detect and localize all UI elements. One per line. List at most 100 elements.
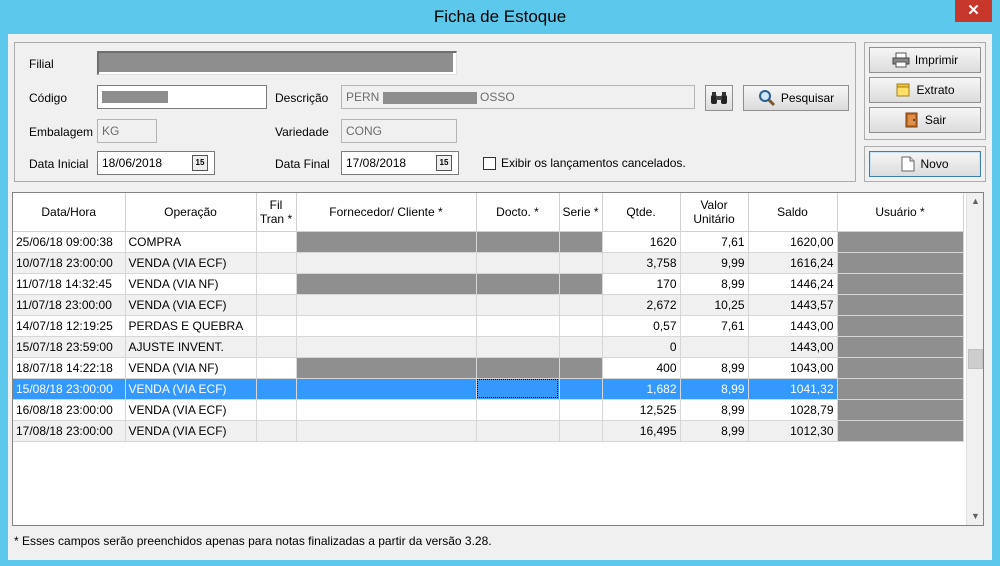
column-header[interactable]: Data/Hora bbox=[13, 193, 126, 232]
data-final-field[interactable]: 17/08/2018 15 bbox=[341, 151, 459, 175]
column-header[interactable]: Usuário * bbox=[837, 193, 964, 232]
table-cell bbox=[296, 399, 477, 421]
table-cell bbox=[559, 231, 603, 253]
table-cell bbox=[837, 315, 964, 337]
table-cell: 1620,00 bbox=[748, 231, 838, 253]
cancelados-label: Exibir os lançamentos cancelados. bbox=[501, 156, 686, 170]
codigo-label: Código bbox=[29, 91, 68, 105]
table-row[interactable]: 17/08/18 23:00:00 VENDA (VIA ECF) 16,495 8,… bbox=[13, 420, 964, 442]
filial-redacted bbox=[99, 53, 453, 72]
table-row[interactable]: 15/07/18 23:59:00 AJUSTE INVENT. 0 1443,00 bbox=[13, 336, 964, 358]
table-cell: 25/06/18 09:00:38 bbox=[13, 231, 126, 253]
table-cell bbox=[256, 336, 297, 358]
table-cell bbox=[296, 252, 477, 274]
vertical-scrollbar[interactable]: ▲ ▼ bbox=[966, 193, 983, 525]
table-cell bbox=[837, 273, 964, 295]
scroll-thumb[interactable] bbox=[968, 349, 983, 369]
ficha-estoque-window: Ficha de Estoque ✕ Filial Código Descriç… bbox=[0, 0, 1000, 566]
table-cell bbox=[476, 420, 560, 442]
data-inicial-field[interactable]: 18/06/2018 15 bbox=[97, 151, 215, 175]
scroll-down-icon[interactable]: ▼ bbox=[967, 508, 983, 525]
table-cell bbox=[256, 420, 297, 442]
column-header[interactable]: Fornecedor/ Cliente * bbox=[296, 193, 477, 232]
table-cell bbox=[559, 273, 603, 295]
imprimir-button[interactable]: Imprimir bbox=[869, 47, 981, 73]
column-header[interactable]: Fil Tran * bbox=[256, 193, 297, 232]
table-cell: VENDA (VIA ECF) bbox=[125, 252, 257, 274]
title-bar[interactable]: Ficha de Estoque ✕ bbox=[0, 0, 1000, 34]
calendar-icon[interactable]: 15 bbox=[436, 155, 452, 171]
table-cell bbox=[837, 378, 964, 400]
table-cell: 11/07/18 23:00:00 bbox=[13, 294, 126, 316]
column-header[interactable]: Serie * bbox=[559, 193, 603, 232]
table-cell: VENDA (VIA ECF) bbox=[125, 420, 257, 442]
table-cell bbox=[559, 357, 603, 379]
table-cell: 1,682 bbox=[602, 378, 681, 400]
pesquisar-button[interactable]: Pesquisar bbox=[743, 85, 849, 111]
column-header[interactable]: Valor Unitário bbox=[680, 193, 749, 232]
table-cell bbox=[296, 378, 477, 400]
action-panel: Imprimir Extrato Sair bbox=[864, 42, 986, 140]
table-cell: 14/07/18 12:19:25 bbox=[13, 315, 126, 337]
table-row[interactable]: 15/08/18 23:00:00 VENDA (VIA ECF) 1,682 8,9… bbox=[13, 378, 964, 400]
embalagem-field[interactable]: KG bbox=[97, 119, 157, 143]
close-button[interactable]: ✕ bbox=[955, 0, 992, 22]
table-cell: 1443,00 bbox=[748, 336, 838, 358]
table-cell: 9,99 bbox=[680, 252, 749, 274]
client-area: Filial Código Descrição PERN OSSO Pesqui… bbox=[8, 34, 992, 560]
table-cell: 1043,00 bbox=[748, 357, 838, 379]
table-cell: 8,99 bbox=[680, 357, 749, 379]
table-cell bbox=[837, 399, 964, 421]
table-row[interactable]: 14/07/18 12:19:25 PERDAS E QUEBRA 0,57 7,61… bbox=[13, 315, 964, 337]
extrato-button[interactable]: Extrato bbox=[869, 77, 981, 103]
filial-field[interactable] bbox=[97, 51, 457, 75]
table-cell: 1012,30 bbox=[748, 420, 838, 442]
table-cell: 1443,57 bbox=[748, 294, 838, 316]
table-cell: AJUSTE INVENT. bbox=[125, 336, 257, 358]
sair-button[interactable]: Sair bbox=[869, 107, 981, 133]
table-cell: VENDA (VIA ECF) bbox=[125, 378, 257, 400]
table-row[interactable]: 18/07/18 14:22:18 VENDA (VIA NF) 400 8,99 10… bbox=[13, 357, 964, 379]
table-cell bbox=[837, 252, 964, 274]
table-cell: 1620 bbox=[602, 231, 681, 253]
table-cell bbox=[476, 252, 560, 274]
codigo-field[interactable] bbox=[97, 85, 267, 109]
table-row[interactable]: 11/07/18 23:00:00 VENDA (VIA ECF) 2,672 10,… bbox=[13, 294, 964, 316]
stock-grid[interactable]: Data/Hora Operação Fil Tran * Fornecedor/ C… bbox=[12, 192, 984, 526]
table-cell: 7,61 bbox=[680, 315, 749, 337]
table-row[interactable]: 25/06/18 09:00:38 COMPRA 1620 7,61 1620,00 bbox=[13, 231, 964, 253]
column-header[interactable]: Operação bbox=[125, 193, 257, 232]
variedade-field[interactable]: CONG bbox=[341, 119, 457, 143]
column-header[interactable]: Qtde. bbox=[602, 193, 681, 232]
new-document-icon bbox=[901, 156, 915, 172]
table-cell: 12,525 bbox=[602, 399, 681, 421]
column-header[interactable]: Docto. * bbox=[476, 193, 560, 232]
table-cell: 1028,79 bbox=[748, 399, 838, 421]
table-cell: 170 bbox=[602, 273, 681, 295]
scroll-up-icon[interactable]: ▲ bbox=[967, 193, 983, 210]
table-cell bbox=[296, 231, 477, 253]
calendar-icon[interactable]: 15 bbox=[192, 155, 208, 171]
table-cell bbox=[476, 294, 560, 316]
table-cell bbox=[476, 378, 560, 400]
descricao-field[interactable]: PERN OSSO bbox=[341, 85, 695, 109]
table-cell: 8,99 bbox=[680, 420, 749, 442]
cancelados-checkbox[interactable] bbox=[483, 157, 496, 170]
table-row[interactable]: 16/08/18 23:00:00 VENDA (VIA ECF) 12,525 8,… bbox=[13, 399, 964, 421]
novo-button[interactable]: Novo bbox=[869, 151, 981, 177]
data-final-value: 17/08/2018 bbox=[346, 156, 407, 170]
table-cell: 1443,00 bbox=[748, 315, 838, 337]
binoculars-icon bbox=[711, 92, 727, 104]
table-cell: 15/07/18 23:59:00 bbox=[13, 336, 126, 358]
table-cell: PERDAS E QUEBRA bbox=[125, 315, 257, 337]
table-cell: VENDA (VIA NF) bbox=[125, 273, 257, 295]
table-cell bbox=[476, 315, 560, 337]
table-cell: 1616,24 bbox=[748, 252, 838, 274]
column-header[interactable]: Saldo bbox=[748, 193, 838, 232]
table-row[interactable]: 10/07/18 23:00:00 VENDA (VIA ECF) 3,758 9,9… bbox=[13, 252, 964, 274]
table-cell bbox=[296, 273, 477, 295]
table-row[interactable]: 11/07/18 14:32:45 VENDA (VIA NF) 170 8,99 14… bbox=[13, 273, 964, 295]
table-cell: 0,57 bbox=[602, 315, 681, 337]
binoculars-button[interactable] bbox=[705, 85, 733, 111]
table-cell bbox=[559, 420, 603, 442]
